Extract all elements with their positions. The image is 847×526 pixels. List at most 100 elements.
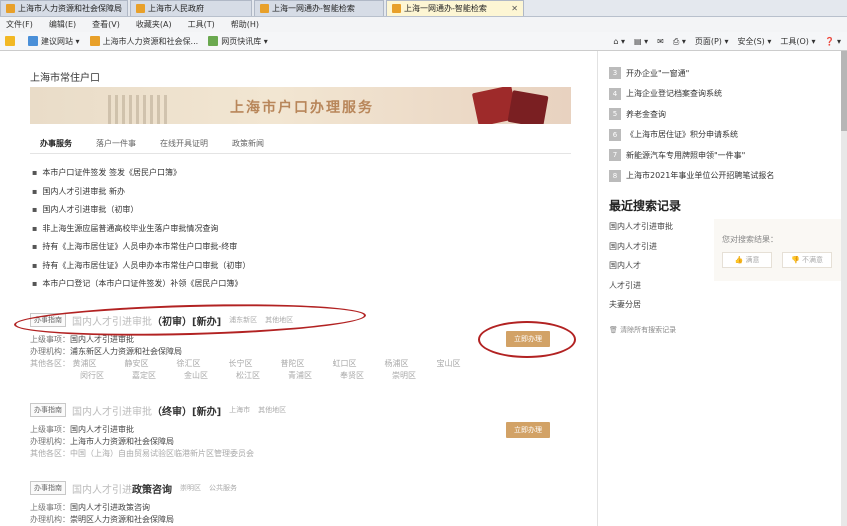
clear-history-link[interactable]: 🗑 清除所有搜索记录 bbox=[609, 325, 676, 335]
rank-badge: 4 bbox=[609, 87, 621, 100]
district-link[interactable]: 长宁区 bbox=[229, 358, 281, 369]
rank-badge: 6 bbox=[609, 128, 621, 141]
mail-button[interactable]: ✉ bbox=[657, 37, 664, 46]
suggested-sites-icon bbox=[28, 36, 38, 46]
close-tab-icon[interactable]: ✕ bbox=[505, 4, 518, 13]
district-link[interactable]: 中国（上海）自由贸易试验区临港新片区管理委员会 bbox=[70, 449, 254, 458]
service-link[interactable]: 国内人才引进审批（初审） bbox=[32, 204, 250, 223]
superior-item[interactable]: 国内人才引进政策咨询 bbox=[70, 503, 150, 512]
fav-hrss[interactable]: 上海市人力资源和社会保... bbox=[89, 36, 198, 47]
menu-favorites[interactable]: 收藏夹(A) bbox=[136, 19, 172, 30]
guide-tag[interactable]: 办事指南 bbox=[30, 481, 66, 495]
hot-service-item[interactable]: 8 上海市2021年事业单位公开招聘笔试报名 bbox=[609, 166, 774, 187]
service-link[interactable]: 非上海生源应届普通高校毕业生落户审批情况查询 bbox=[32, 223, 250, 242]
district-link[interactable]: 奉贤区 bbox=[340, 370, 392, 381]
scrollbar-thumb[interactable] bbox=[841, 51, 847, 131]
page-title: 上海市常住户口 bbox=[30, 73, 100, 84]
service-link[interactable]: 国内人才引进审批 新办 bbox=[32, 186, 250, 205]
service-name[interactable]: 国内人才引进政策咨询 bbox=[72, 481, 172, 496]
hot-service-item[interactable]: 5 养老金查询 bbox=[609, 104, 774, 125]
district-link[interactable]: 嘉定区 bbox=[132, 370, 184, 381]
hero-banner: 上海市户口办理服务 bbox=[30, 87, 571, 124]
tab-services[interactable]: 办事服务 bbox=[40, 138, 72, 149]
service-link[interactable]: 本市户口证件签发 签发《居民户口簿》 bbox=[32, 167, 250, 186]
hot-services-list: 3 开办企业"一窗通" 4 上海企业登记档案查询系统 5 养老金查询 6 《上海市居住证… bbox=[609, 63, 774, 186]
region-label: 上海市 bbox=[229, 406, 251, 414]
menu-help[interactable]: 帮助(H) bbox=[231, 19, 259, 30]
district-link[interactable]: 虹口区 bbox=[333, 358, 385, 369]
district-link[interactable]: 宝山区 bbox=[437, 358, 489, 369]
service-link[interactable]: 本市户口登记（本市户口证件签发）补领《居民户口簿》 bbox=[32, 278, 250, 297]
district-link[interactable]: 崇明区 bbox=[392, 370, 444, 381]
district-link[interactable]: 杨浦区 bbox=[385, 358, 437, 369]
fav-suggested-sites[interactable]: 建议网站 ▾ bbox=[28, 36, 80, 47]
hot-service-item[interactable]: 4 上海企业登记档案查询系统 bbox=[609, 84, 774, 105]
rank-badge: 7 bbox=[609, 149, 621, 162]
thumbs-up-icon: 👍 bbox=[734, 256, 744, 264]
district-link[interactable]: 静安区 bbox=[125, 358, 177, 369]
page-menu-button[interactable]: 页面(P) ▾ bbox=[695, 36, 729, 47]
recent-search-item[interactable]: 夫妻分居 bbox=[609, 299, 673, 319]
service-item: 办事指南 国内人才引进政策咨询 崇明区 公共服务 上级事项：国内人才引进政策咨询… bbox=[30, 481, 571, 526]
main-panel: 上海市常住户口 上海市户口办理服务 办事服务 落户一件事 在线开具证明 政策新闻… bbox=[0, 51, 598, 526]
district-link[interactable]: 松江区 bbox=[236, 370, 288, 381]
service-link-list: 本市户口证件签发 签发《居民户口簿》 国内人才引进审批 新办 国内人才引进审批（… bbox=[32, 167, 250, 297]
service-link[interactable]: 持有《上海市居住证》人员申办本市常住户口审批-终审 bbox=[32, 241, 250, 260]
menu-edit[interactable]: 编辑(E) bbox=[49, 19, 76, 30]
banner-title: 上海市户口办理服务 bbox=[230, 100, 374, 116]
district-link[interactable]: 金山区 bbox=[184, 370, 236, 381]
tab-policy-news[interactable]: 政策新闻 bbox=[232, 138, 264, 149]
district-link[interactable]: 青浦区 bbox=[288, 370, 340, 381]
menu-tools[interactable]: 工具(T) bbox=[188, 19, 215, 30]
menu-bar: 文件(F) 编辑(E) 查看(V) 收藏夹(A) 工具(T) 帮助(H) bbox=[0, 17, 847, 32]
thumbs-down-icon: 👎 bbox=[791, 256, 800, 264]
district-link[interactable]: 徐汇区 bbox=[177, 358, 229, 369]
browser-tab-search-2[interactable]: 上海一网通办-智能检索 ✕ bbox=[386, 0, 524, 16]
satisfied-button[interactable]: 👍 满意 bbox=[722, 252, 772, 268]
home-button[interactable]: ⌂ ▾ bbox=[613, 37, 625, 46]
skyline-graphic bbox=[108, 95, 168, 124]
apply-now-button[interactable]: 立即办理 bbox=[506, 422, 550, 438]
district-link[interactable]: 黄浦区 bbox=[73, 358, 125, 369]
star-icon bbox=[5, 36, 15, 46]
service-link[interactable]: 持有《上海市居住证》人员申办本市常住户口审批（初审） bbox=[32, 260, 250, 279]
hot-service-item[interactable]: 6 《上海市居住证》积分申请系统 bbox=[609, 125, 774, 146]
trash-icon: 🗑 bbox=[609, 326, 618, 334]
tab-certificate[interactable]: 在线开具证明 bbox=[160, 138, 208, 149]
handling-org: 上海市人力资源和社会保障局 bbox=[70, 437, 174, 446]
fav-web-slice[interactable]: 网页快讯库 ▾ bbox=[208, 36, 268, 47]
recent-search-item[interactable]: 人才引进 bbox=[609, 280, 673, 300]
recent-search-item[interactable]: 国内人才引进 bbox=[609, 241, 673, 261]
browser-tab-gov[interactable]: 上海市人民政府 bbox=[130, 0, 252, 16]
hot-service-item[interactable]: 3 开办企业"一窗通" bbox=[609, 63, 774, 84]
other-region-label: 其他地区 bbox=[258, 406, 287, 414]
print-button[interactable]: ⎙ ▾ bbox=[673, 37, 686, 47]
service-item: 办事指南 国内人才引进审批（终审）[新办] 上海市 其他地区 上级事项：国内人才… bbox=[30, 403, 571, 460]
service-name[interactable]: 国内人才引进审批（终审）[新办] bbox=[72, 403, 221, 418]
rank-badge: 3 bbox=[609, 67, 621, 80]
hot-service-item[interactable]: 7 新能源汽车专用牌照申领"一件事" bbox=[609, 145, 774, 166]
superior-item[interactable]: 国内人才引进审批 bbox=[70, 425, 134, 434]
site-favicon-icon bbox=[89, 36, 100, 46]
superior-item[interactable]: 国内人才引进审批 bbox=[70, 335, 134, 344]
menu-file[interactable]: 文件(F) bbox=[6, 19, 33, 30]
unsatisfied-button[interactable]: 👎 不满意 bbox=[782, 252, 832, 268]
rank-badge: 5 bbox=[609, 108, 621, 121]
favorites-star[interactable] bbox=[5, 36, 18, 46]
tab-settle[interactable]: 落户一件事 bbox=[96, 138, 136, 149]
browser-tab-hrss[interactable]: 上海市人力资源和社会保障局 bbox=[0, 0, 128, 16]
district-link[interactable]: 闵行区 bbox=[80, 370, 132, 381]
district-link[interactable]: 普陀区 bbox=[281, 358, 333, 369]
tab-divider bbox=[30, 153, 571, 154]
feeds-button[interactable]: ▤ ▾ bbox=[634, 37, 648, 46]
help-menu-button[interactable]: ❓ ▾ bbox=[824, 37, 841, 46]
recent-search-item[interactable]: 国内人才 bbox=[609, 260, 673, 280]
menu-view[interactable]: 查看(V) bbox=[92, 19, 120, 30]
tools-menu-button[interactable]: 工具(O) ▾ bbox=[780, 36, 815, 47]
guide-tag[interactable]: 办事指南 bbox=[30, 403, 66, 417]
recent-search-item[interactable]: 国内人才引进审批 bbox=[609, 221, 673, 241]
site-favicon-icon bbox=[136, 4, 145, 13]
browser-tab-search-1[interactable]: 上海一网通办-智能检索 bbox=[254, 0, 384, 16]
safety-menu-button[interactable]: 安全(S) ▾ bbox=[737, 36, 771, 47]
recent-search-list: 国内人才引进审批 国内人才引进 国内人才 人才引进 夫妻分居 bbox=[609, 221, 673, 319]
